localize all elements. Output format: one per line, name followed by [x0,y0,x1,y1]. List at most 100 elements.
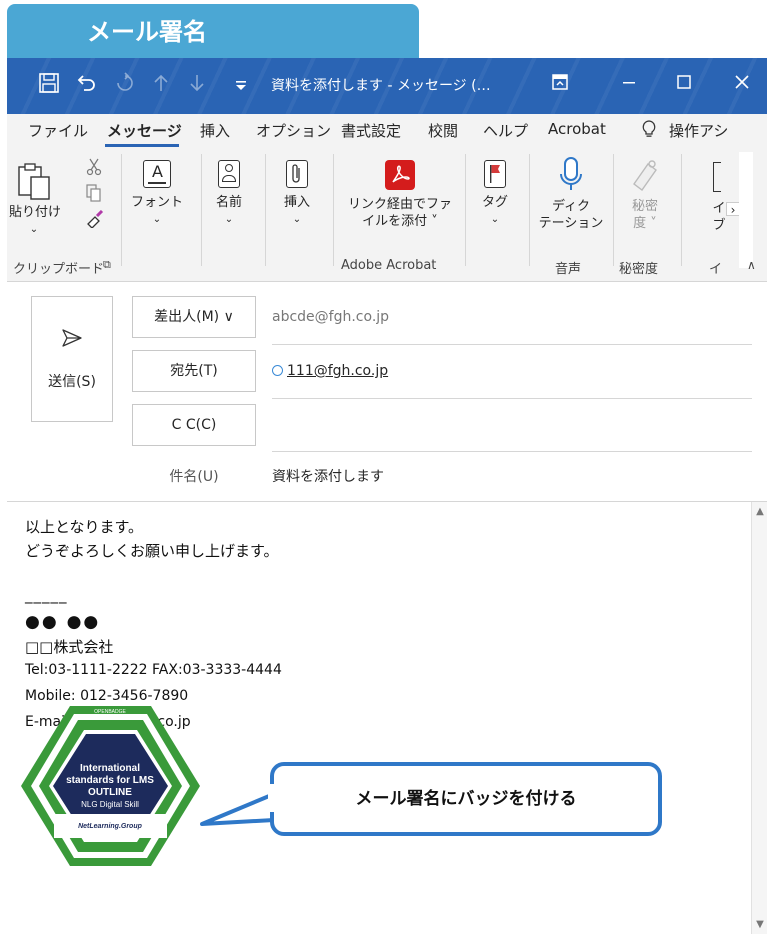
sensitivity-label-line2: 度 ˅ [633,216,657,231]
chevron-down-icon: ⌄ [292,214,302,225]
scroll-up-icon[interactable]: ▲ [755,506,765,517]
insert-label: 挿入 [283,195,310,210]
dictate-button[interactable]: ディク テーション [533,156,609,232]
group-label-clipboard: クリップボード [13,262,105,277]
to-field[interactable]: 111@fgh.co.jp [272,363,388,379]
chevron-down-icon: ⌄ [152,214,162,225]
format-painter-icon[interactable] [83,209,107,232]
group-label-voice: 音声 [555,262,582,277]
to-button[interactable]: 宛先(T) [132,350,256,392]
names-button[interactable]: 名前 ⌄ [205,160,253,228]
subject-field[interactable]: 資料を添付します [272,466,384,486]
compose-header: 送信(S) 差出人(M) ∨ abcde@fgh.co.jp 宛先(T) 111… [7,282,767,502]
signature-tel-fax: Tel:03-1111-2222 FAX:03-3333-4444 [25,662,282,678]
from-button[interactable]: 差出人(M) ∨ [132,296,256,338]
tab-message[interactable]: メッセージ [107,120,182,141]
title-bar: 資料を添付します - メッセージ (… [7,58,767,114]
send-button[interactable]: 送信(S) [31,296,113,422]
cc-button[interactable]: C C(C) [132,404,256,446]
group-label-acrobat: Adobe Acrobat [341,258,437,273]
send-label: 送信(S) [48,374,96,390]
group-label-more: イ [709,262,723,277]
group-label-sensitivity: 秘密度 [619,262,659,277]
tab-format[interactable]: 書式設定 [341,120,401,141]
tab-insert[interactable]: 挿入 [200,120,230,141]
open-badge-image: International standards for LMS OUTLINE … [18,704,203,868]
restore-layout-icon[interactable] [540,72,580,100]
acrobat-label-line1: リンク経由でファ [347,197,452,212]
attach-file-button[interactable]: 挿入 ⌄ [273,160,321,228]
active-tab-indicator [105,144,179,147]
from-field[interactable]: abcde@fgh.co.jp [272,309,389,325]
tab-review[interactable]: 校閲 [428,120,458,141]
attach-via-link-button[interactable]: リンク経由でファ イルを添付 ˅ [335,160,465,230]
cut-icon[interactable] [83,158,105,180]
tab-tell-me[interactable]: 操作アシ [669,120,728,141]
font-button[interactable]: A フォント ⌄ [129,160,185,228]
tab-help[interactable]: ヘルプ [483,120,528,141]
names-label: 名前 [215,195,242,210]
acrobat-label-line2: イルを添付 ˅ [362,214,438,229]
paste-button[interactable]: 貼り付け ⌄ [9,162,62,238]
tags-button[interactable]: タグ ⌄ [473,160,517,228]
badge-footer: NetLearning.Group [78,823,143,830]
window-title: 資料を添付します - メッセージ (… [271,78,491,94]
copy-icon[interactable] [83,184,105,206]
save-icon[interactable] [35,72,63,100]
tags-label: タグ [481,195,508,210]
address-book-icon [218,160,240,188]
badge-text-4: NLG Digital Skill [81,800,139,809]
maximize-icon[interactable] [664,72,704,100]
tab-acrobat[interactable]: Acrobat [548,120,606,138]
banner-title: メール署名 [87,18,207,46]
minimize-icon[interactable] [609,72,649,100]
tab-options[interactable]: オプション [256,120,331,141]
more-button[interactable]: イ ブ [707,162,731,234]
customize-icon[interactable] [227,72,255,100]
badge-text-2: standards for LMS [66,775,154,786]
flag-icon [484,160,506,188]
badge-text-3: OUTLINE [88,787,132,798]
collapse-ribbon-icon[interactable]: ∧ [747,258,756,272]
lightbulb-icon[interactable] [641,120,657,142]
redo-icon[interactable] [111,72,139,100]
clipboard-icon [18,163,50,200]
vertical-scrollbar[interactable]: ▲ ▼ [751,502,767,934]
sensitivity-button[interactable]: 秘密 度 ˅ [619,158,671,232]
presence-icon [272,365,283,376]
tab-file[interactable]: ファイル [28,120,88,141]
dialog-launcher-icon[interactable]: ⧉ [103,258,111,272]
badge-ring-text: OPENBADGE [94,709,126,715]
cc-field[interactable] [272,417,742,437]
ribbon-scroll-right-icon[interactable]: › [726,202,740,217]
banner-tab: メール署名 [7,4,419,60]
signature-name: ●● ●● [25,612,101,632]
signature-mobile: Mobile: 012-3456-7890 [25,688,189,704]
more-label-line2: ブ [712,218,726,233]
ribbon-tabs: ファイル メッセージ 挿入 オプション 書式設定 校閲 ヘルプ Acrobat … [7,114,767,148]
ribbon: 貼り付け ⌄ A フォント ⌄ 名前 ⌄ 挿入 ⌄ リンク経由でファ イルを添付… [7,148,767,282]
paste-label: 貼り付け [9,205,62,220]
scroll-down-icon[interactable]: ▼ [755,919,765,930]
paperclip-icon [286,160,308,188]
up-arrow-icon[interactable] [147,72,175,100]
badge-text-1: International [80,763,140,774]
subject-label: 件名(U) [169,469,219,485]
close-icon[interactable] [722,72,762,100]
down-arrow-icon[interactable] [183,72,211,100]
body-line-2: どうぞよろしくお願い申し上げます。 [25,542,279,560]
chevron-down-icon: ⌄ [490,214,500,225]
dictate-label-line1: ディク [551,199,591,214]
font-label: フォント [130,195,183,210]
recipient-link[interactable]: 111@fgh.co.jp [287,363,388,379]
sensitivity-icon [633,160,657,191]
body-line-1: 以上となります。 [25,518,144,536]
font-color-icon: A [143,160,171,188]
signature-company: □□株式会社 [25,638,114,656]
callout-text: メール署名にバッジを付ける [355,789,577,809]
partial-icon [713,162,721,192]
signature-separator: _____ [25,586,68,604]
undo-icon[interactable] [73,72,101,100]
send-icon [62,329,82,347]
microphone-icon [560,157,582,190]
